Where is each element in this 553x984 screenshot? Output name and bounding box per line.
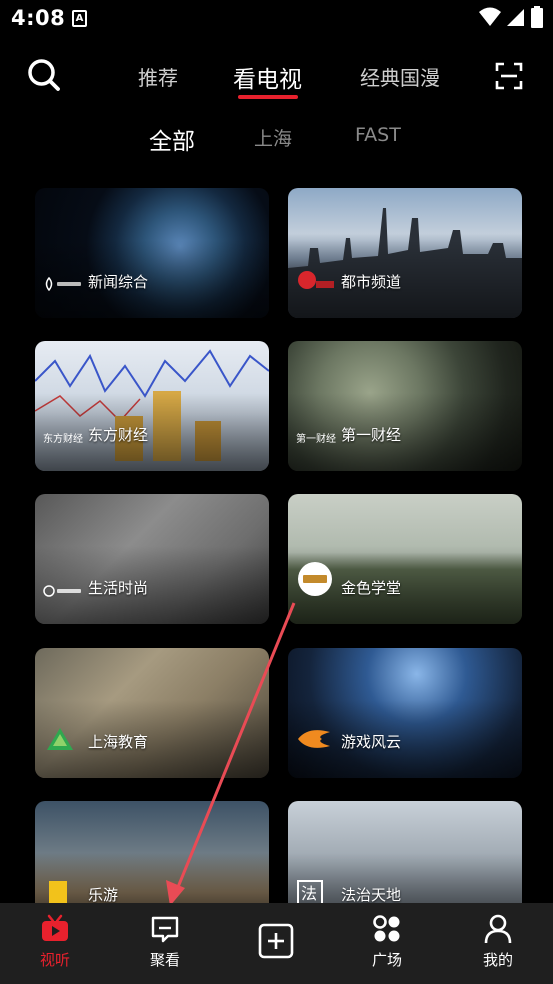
svg-text:第一财经: 第一财经 <box>296 432 336 445</box>
channel-card[interactable]: 生活时尚 <box>35 494 269 624</box>
channel-logo <box>296 560 334 598</box>
channel-name: 生活时尚 <box>88 579 149 597</box>
channel-grid: 新闻综合 都市频道 东方财经 东方财经 第一财经 第一财经 生活时尚 金色学堂 … <box>0 0 553 984</box>
channel-name: 上海教育 <box>88 733 149 751</box>
channel-name: 都市频道 <box>341 273 402 291</box>
channel-card[interactable]: 游戏风云 <box>288 648 522 778</box>
channel-name: 新闻综合 <box>88 273 149 291</box>
channel-card[interactable]: 第一财经 第一财经 <box>288 341 522 471</box>
channel-logo <box>43 584 83 598</box>
tv-icon <box>42 914 68 941</box>
channel-logo <box>43 879 73 905</box>
channel-logo <box>296 726 332 752</box>
channel-logo <box>43 726 77 752</box>
channel-card[interactable]: 金色学堂 <box>288 494 522 624</box>
nav-label: 我的 <box>482 951 513 969</box>
channel-logo <box>296 270 336 292</box>
bottom-nav: 视听 聚看 广场 我的 <box>0 903 553 984</box>
channel-name: 第一财经 <box>341 426 402 444</box>
nav-item-add[interactable] <box>221 903 331 984</box>
channel-name: 东方财经 <box>88 426 149 444</box>
channel-name: 乐游 <box>88 886 119 904</box>
channel-card[interactable]: 新闻综合 <box>35 188 269 318</box>
channel-logo: 第一财经 <box>296 431 336 445</box>
chat-icon <box>151 916 179 943</box>
channel-name: 法治天地 <box>341 886 402 904</box>
profile-icon <box>484 914 512 944</box>
channel-name: 金色学堂 <box>341 579 402 597</box>
nav-item-gather[interactable]: 聚看 <box>110 903 220 984</box>
channel-logo <box>43 276 83 292</box>
nav-label: 广场 <box>371 951 402 969</box>
channel-card[interactable]: 上海教育 <box>35 648 269 778</box>
channel-logo: 法 <box>296 879 324 905</box>
svg-text:法: 法 <box>301 884 317 903</box>
channel-card[interactable]: 东方财经 东方财经 <box>35 341 269 471</box>
nav-label: 视听 <box>39 951 70 969</box>
channel-name: 游戏风云 <box>341 733 402 751</box>
svg-text:东方财经: 东方财经 <box>43 432 83 445</box>
plaza-icon <box>373 915 400 942</box>
add-icon <box>258 923 294 959</box>
nav-item-audiovisual[interactable]: 视听 <box>0 903 110 984</box>
nav-item-mine[interactable]: 我的 <box>443 903 553 984</box>
nav-label: 聚看 <box>149 951 180 969</box>
channel-card[interactable]: 都市频道 <box>288 188 522 318</box>
nav-item-plaza[interactable]: 广场 <box>332 903 442 984</box>
channel-logo: 东方财经 <box>43 431 83 445</box>
